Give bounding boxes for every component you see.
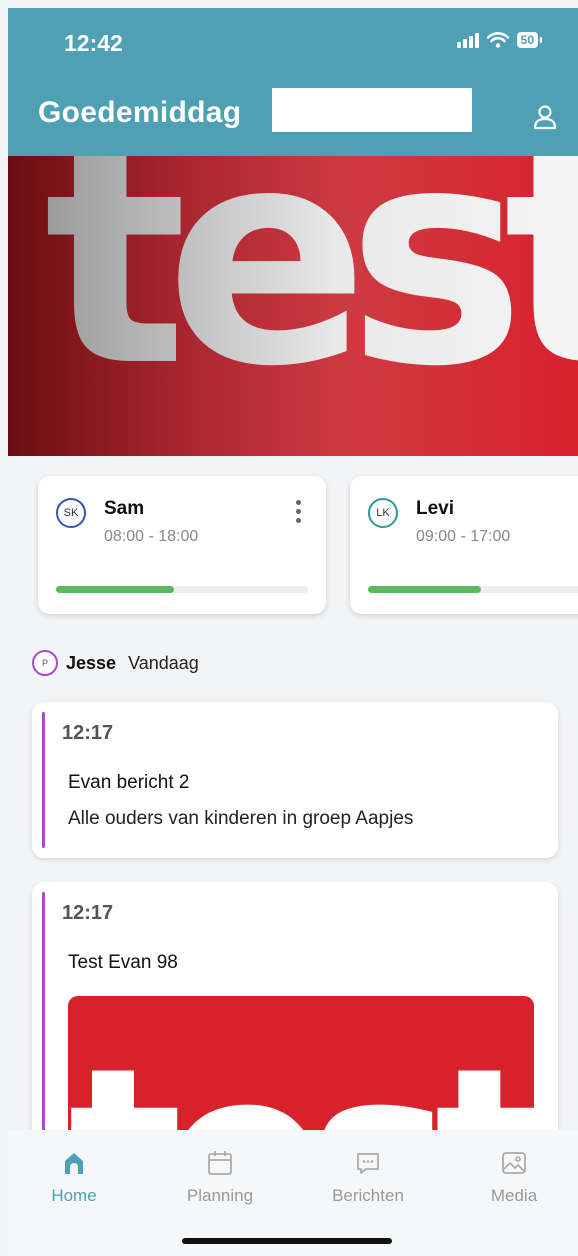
nav-label: Home xyxy=(51,1186,97,1205)
nav-berichten[interactable]: Berichten xyxy=(308,1148,428,1206)
nav-home[interactable]: Home xyxy=(14,1148,134,1206)
status-icons: 50 xyxy=(456,32,543,48)
app-screen: 12:42 50 Goedemiddag test SK Sam 08:00 - xyxy=(8,8,578,1256)
status-time: 12:42 xyxy=(64,30,123,56)
feed-author-row: P Jesse Vandaag xyxy=(32,650,199,676)
progress-fill xyxy=(56,586,175,593)
app-header: 12:42 50 Goedemiddag xyxy=(8,8,578,156)
child-name: Levi xyxy=(416,498,455,519)
author-avatar: P xyxy=(32,650,58,676)
day-progress-bar xyxy=(56,586,308,593)
more-options-icon[interactable] xyxy=(296,500,302,523)
author-name: Jesse xyxy=(66,652,117,673)
wifi-icon xyxy=(486,32,509,48)
message-title: Test Evan 98 xyxy=(68,952,178,973)
child-hours: 08:00 - 18:00 xyxy=(104,528,199,545)
signal-icon xyxy=(456,32,479,48)
message-time: 12:17 xyxy=(62,902,114,924)
message-title: Evan bericht 2 xyxy=(68,772,190,793)
profile-icon[interactable] xyxy=(530,102,560,132)
child-name: Sam xyxy=(104,498,145,519)
nav-label: Media xyxy=(490,1186,538,1205)
author-date: Vandaag xyxy=(128,652,199,673)
nav-media[interactable]: Media xyxy=(454,1148,574,1206)
avatar: LK xyxy=(368,498,398,528)
nav-label: Berichten xyxy=(332,1186,404,1205)
chat-icon xyxy=(357,1153,379,1174)
day-progress-bar xyxy=(368,586,578,593)
message-card[interactable]: 12:17 Evan bericht 2 Alle ouders van kin… xyxy=(32,702,558,858)
progress-fill xyxy=(368,586,482,593)
child-card-sam[interactable]: SK Sam 08:00 - 18:00 xyxy=(38,476,326,614)
calendar-icon xyxy=(208,1151,232,1175)
banner-image: test xyxy=(8,156,578,456)
child-hours: 09:00 - 17:00 xyxy=(416,528,511,545)
message-time: 12:17 xyxy=(62,722,114,744)
avatar: SK xyxy=(56,498,86,528)
child-card-levi[interactable]: LK Levi 09:00 - 17:00 xyxy=(350,476,578,614)
children-carousel[interactable]: SK Sam 08:00 - 18:00 LK Levi 09:00 - 17:… xyxy=(38,476,578,616)
battery-icon: 50 xyxy=(516,32,543,48)
greeting-title: Goedemiddag xyxy=(38,96,242,129)
banner-text: test xyxy=(44,156,578,408)
nav-label: Planning xyxy=(186,1186,254,1205)
message-accent-bar xyxy=(42,712,45,848)
image-icon xyxy=(502,1152,526,1174)
home-icon xyxy=(65,1153,83,1174)
nav-planning[interactable]: Planning xyxy=(160,1148,280,1206)
redacted-name xyxy=(272,88,472,132)
home-indicator xyxy=(182,1238,392,1244)
message-body: Alle ouders van kinderen in groep Aapjes xyxy=(68,808,414,829)
